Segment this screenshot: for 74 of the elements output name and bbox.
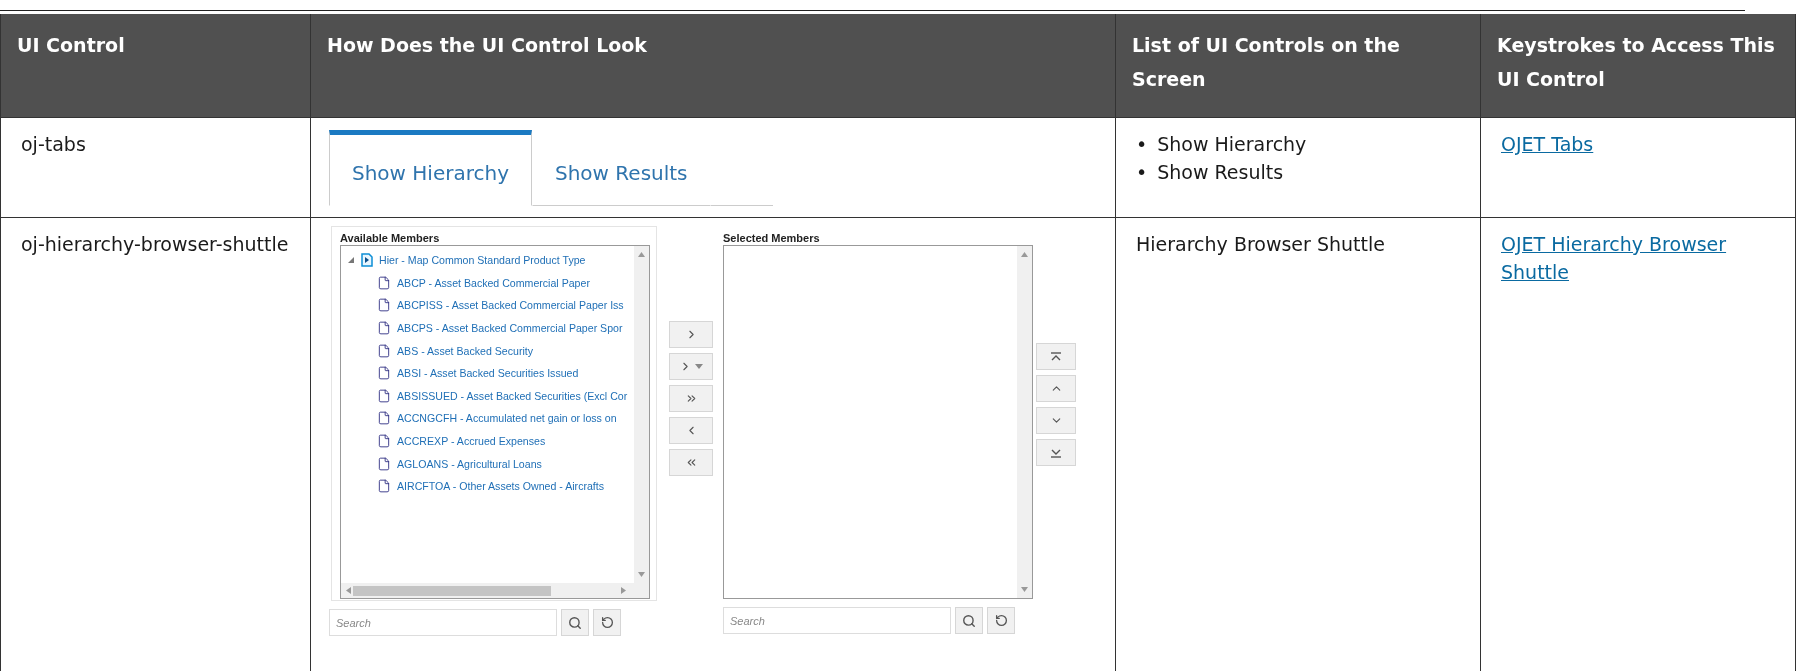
tree-item-label: ACCREXP - Accrued Expenses [397, 434, 546, 450]
tree-item[interactable]: ABCPS - Asset Backed Commercial Paper Spor [347, 316, 623, 340]
link[interactable]: OJET Tabs [1501, 130, 1594, 158]
tree-item-label: Hier - Map Common Standard Product Type [379, 253, 586, 269]
tree-item-label: ACCNGCFH - Accumulated net gain or loss on [397, 411, 617, 427]
search-icon [568, 615, 582, 630]
search-icon [962, 613, 976, 628]
column-header: Keystrokes to Access This UI Control [1481, 14, 1796, 118]
cell-text: Hierarchy Browser Shuttle [1136, 233, 1385, 255]
tree-item[interactable]: AIRCFTOA - Other Assets Owned - Aircrafts [347, 474, 605, 498]
document-icon [377, 366, 391, 381]
column-header: UI Control [1, 14, 311, 118]
tree-item[interactable]: ABSISSUED - Asset Backed Securities (Excl Cor [347, 384, 628, 408]
cell-text: oj-hierarchy-browser-shuttle [21, 233, 289, 255]
scroll-down-icon [638, 571, 645, 578]
scroll-left-icon [345, 587, 352, 594]
reset-icon [600, 616, 614, 629]
bullet: • [1136, 132, 1148, 157]
tree-item[interactable]: AGLOANS - Agricultural Loans [347, 452, 542, 475]
document-icon [377, 434, 391, 449]
tree-node[interactable]: Hier - Map Common Standard Product Type [347, 249, 586, 272]
document-icon [377, 411, 391, 426]
scroll-up-icon [1021, 251, 1028, 258]
scroll-right-icon [620, 587, 627, 594]
tree-item-label: ABSI - Asset Backed Securities Issued [397, 366, 579, 382]
tree-item-label: ABS - Asset Backed Security [397, 343, 533, 359]
caret-icon [695, 363, 703, 370]
scroll-down-icon [1021, 586, 1028, 593]
move-top-button[interactable] [1036, 343, 1076, 370]
reset-icon [994, 614, 1008, 627]
reset-button[interactable] [593, 609, 621, 636]
document-icon [377, 298, 391, 313]
tree-item[interactable]: ABCPISS - Asset Backed Commercial Paper Iss [347, 294, 624, 317]
tree-item-label: ABSISSUED - Asset Backed Securities (Excl Cor [397, 388, 628, 404]
document-icon [377, 321, 391, 336]
tree-item-label: AGLOANS - Agricultural Loans [397, 456, 542, 472]
panel-title: Selected Members [723, 231, 821, 245]
document-icon [377, 388, 391, 403]
document-icon [377, 275, 391, 290]
scrollbar-thumb[interactable] [353, 586, 551, 596]
move-bottom-button[interactable] [1036, 439, 1076, 466]
tree-item-label: AIRCFTOA - Other Assets Owned - Aircrafts [397, 479, 605, 495]
search-field[interactable]: Search [329, 609, 557, 636]
tree-item[interactable]: ACCNGCFH - Accumulated net gain or loss on [347, 407, 617, 430]
search-button[interactable] [955, 607, 983, 634]
reset-button[interactable] [987, 607, 1015, 634]
remove-all-button[interactable] [669, 449, 713, 476]
tree-item-label: ABCPISS - Asset Backed Commercial Paper Iss [397, 298, 624, 314]
search-button[interactable] [561, 609, 589, 636]
add-menu-button[interactable] [669, 353, 713, 380]
folder-document-icon [361, 253, 373, 268]
cell-text: oj-tabs [21, 133, 86, 155]
document-icon [377, 343, 391, 358]
move-top-icon [1050, 351, 1062, 362]
tree-item[interactable]: ABS - Asset Backed Security [347, 339, 533, 362]
move-bottom-icon [1050, 447, 1062, 458]
tree-item[interactable]: ACCREXP - Accrued Expenses [347, 429, 546, 453]
link[interactable]: OJET Hierarchy Browser Shuttle [1501, 230, 1775, 286]
tab[interactable]: Show Hierarchy [329, 130, 532, 206]
tree-item[interactable]: ABCP - Asset Backed Commercial Paper [347, 271, 590, 295]
list-item: Show Hierarchy [1157, 132, 1307, 157]
search-field[interactable]: Search [723, 607, 951, 634]
document-icon [377, 479, 391, 494]
document-icon [377, 456, 391, 471]
tree-item[interactable]: ABSI - Asset Backed Securities Issued [347, 361, 579, 385]
expanded-icon[interactable] [347, 256, 355, 265]
tree-item-label: ABCPS - Asset Backed Commercial Paper Spor [397, 321, 623, 337]
list-item: Show Results [1157, 160, 1284, 185]
panel-title: Available Members [340, 231, 441, 245]
bullet: • [1136, 160, 1148, 185]
column-header: How Does the UI Control Look [311, 14, 1116, 118]
column-header: List of UI Controls on the Screen [1116, 14, 1481, 118]
scroll-up-icon [638, 251, 645, 258]
tree-item-label: ABCP - Asset Backed Commercial Paper [397, 275, 590, 291]
